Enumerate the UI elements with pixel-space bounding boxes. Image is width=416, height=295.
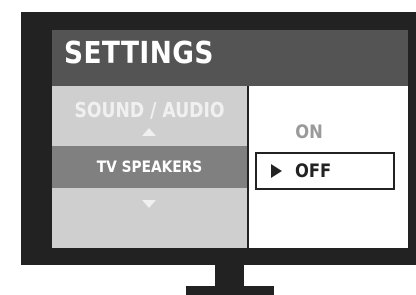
tv-stand-base: [186, 286, 274, 295]
option-on[interactable]: ON: [257, 121, 360, 143]
menu-item-label: TV SPEAKERS: [96, 157, 203, 176]
triangle-right-icon: [271, 164, 282, 178]
triangle-down-icon[interactable]: [142, 200, 156, 208]
tv-illustration: SETTINGS SOUND / AUDIO TV SPEAKERS ON OF…: [0, 0, 416, 295]
option-off-selected[interactable]: OFF: [255, 152, 395, 190]
menu-item-tv-speakers[interactable]: TV SPEAKERS: [52, 146, 247, 188]
settings-screen: SETTINGS SOUND / AUDIO TV SPEAKERS ON OF…: [52, 30, 408, 248]
option-off-label: OFF: [295, 160, 332, 182]
settings-menu: SOUND / AUDIO TV SPEAKERS: [52, 86, 247, 248]
options-panel: ON OFF: [247, 86, 408, 248]
page-title: SETTINGS: [64, 36, 214, 71]
settings-header: SETTINGS: [52, 30, 408, 86]
tv-stand-neck: [215, 265, 244, 286]
triangle-up-icon[interactable]: [142, 128, 156, 136]
menu-category-sound-audio[interactable]: SOUND / AUDIO: [66, 98, 234, 122]
